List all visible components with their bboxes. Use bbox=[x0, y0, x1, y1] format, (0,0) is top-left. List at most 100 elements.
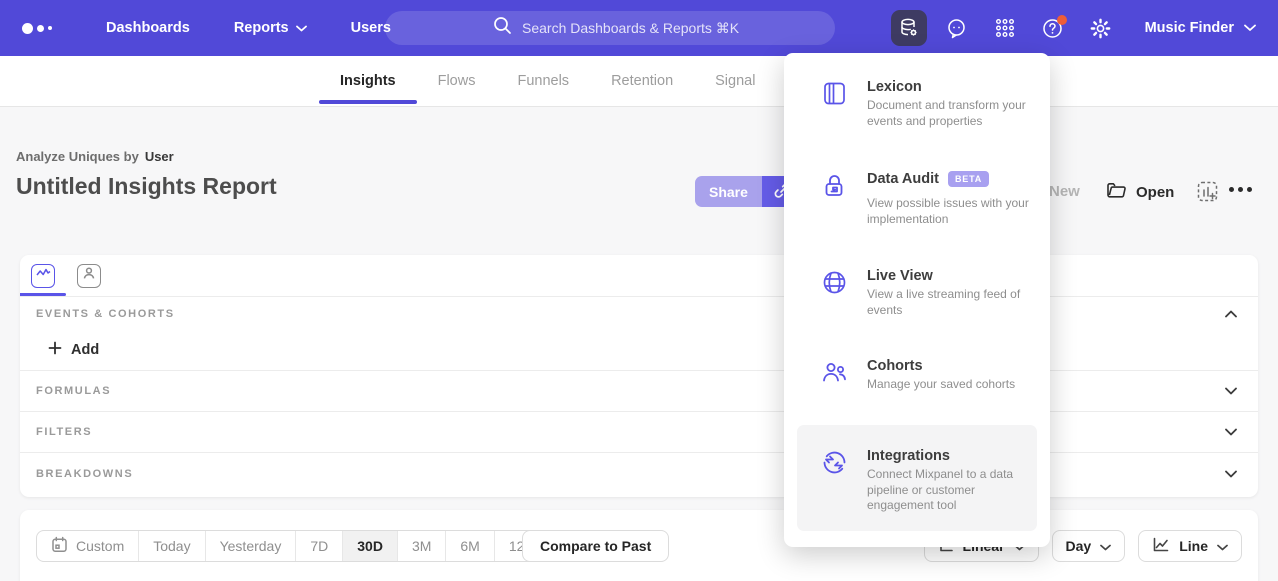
nav-item-dashboards[interactable]: Dashboards bbox=[106, 20, 190, 36]
add-to-dashboard-icon[interactable] bbox=[1196, 180, 1219, 208]
menu-item-description: View possible issues with your implement… bbox=[867, 196, 1037, 227]
menu-item-description: Connect Mixpanel to a data pipeline or c… bbox=[867, 467, 1037, 514]
tab-retention[interactable]: Retention bbox=[611, 56, 673, 107]
events-add-row: Add bbox=[20, 330, 1258, 371]
tab-signal[interactable]: Signal bbox=[715, 56, 755, 107]
nav-item-label: Dashboards bbox=[106, 20, 190, 36]
range-label: 3M bbox=[412, 538, 431, 554]
range-label: Today bbox=[153, 538, 190, 554]
range-30d[interactable]: 30D bbox=[342, 531, 397, 561]
menu-item-live-view[interactable]: Live View View a live streaming feed of … bbox=[797, 268, 1037, 318]
line-chart-icon bbox=[1152, 537, 1170, 556]
search-input[interactable] bbox=[522, 20, 782, 36]
help-icon[interactable] bbox=[1035, 10, 1071, 46]
new-report-button[interactable]: New bbox=[1049, 183, 1080, 200]
chevron-up-icon[interactable] bbox=[1225, 305, 1237, 323]
compare-to-past-button[interactable]: Compare to Past bbox=[522, 530, 669, 562]
range-label: 30D bbox=[357, 538, 383, 554]
report-tabbar: Insights Flows Funnels Retention Signal … bbox=[0, 56, 1278, 107]
chart-metrics-icon bbox=[36, 267, 51, 285]
more-options-button[interactable] bbox=[1229, 187, 1252, 192]
lexicon-icon bbox=[821, 80, 849, 129]
date-range-segmented-control: Custom Today Yesterday 7D 30D 3M 6M 12M bbox=[36, 530, 551, 562]
tab-label: Insights bbox=[340, 73, 396, 89]
chevron-down-icon bbox=[1244, 20, 1256, 36]
add-label: Add bbox=[71, 342, 99, 358]
chevron-down-icon[interactable] bbox=[1225, 465, 1237, 483]
menu-item-title-text: Data Audit bbox=[867, 171, 939, 187]
nav-item-reports[interactable]: Reports bbox=[234, 20, 307, 36]
top-navigation: Dashboards Reports Users bbox=[0, 0, 1278, 56]
search-icon bbox=[493, 16, 512, 40]
query-view-tabs bbox=[20, 255, 1258, 297]
data-management-icon[interactable] bbox=[891, 10, 927, 46]
open-report-button[interactable]: Open bbox=[1106, 181, 1174, 203]
menu-item-description: Document and transform your events and p… bbox=[867, 98, 1037, 129]
section-label: BREAKDOWNS bbox=[36, 468, 133, 480]
range-yesterday[interactable]: Yesterday bbox=[205, 531, 296, 561]
time-controls-panel: Custom Today Yesterday 7D 30D 3M 6M 12M … bbox=[20, 510, 1258, 581]
menu-item-integrations[interactable]: Integrations Connect Mixpanel to a data … bbox=[797, 425, 1037, 531]
feedback-message-icon[interactable] bbox=[939, 10, 975, 46]
menu-item-title: Integrations bbox=[867, 448, 1037, 464]
users-view-tab[interactable] bbox=[77, 264, 101, 288]
analyze-value[interactable]: User bbox=[145, 149, 174, 164]
section-events-cohorts[interactable]: EVENTS & COHORTS bbox=[20, 297, 1258, 330]
app-screen: Dashboards Reports Users bbox=[0, 0, 1278, 581]
range-label: 6M bbox=[460, 538, 479, 554]
range-6m[interactable]: 6M bbox=[445, 531, 493, 561]
tab-funnels[interactable]: Funnels bbox=[517, 56, 569, 107]
global-search[interactable] bbox=[385, 11, 835, 45]
menu-item-description: Manage your saved cohorts bbox=[867, 377, 1015, 393]
nav-icon-group: Music Finder bbox=[891, 0, 1278, 56]
section-filters[interactable]: FILTERS bbox=[20, 412, 1258, 453]
tab-flows[interactable]: Flows bbox=[438, 56, 476, 107]
mixpanel-logo-icon[interactable] bbox=[22, 23, 62, 34]
menu-item-title: Lexicon bbox=[867, 79, 1037, 95]
analyze-line: Analyze Uniques by User bbox=[16, 149, 174, 164]
project-switcher[interactable]: Music Finder bbox=[1145, 20, 1256, 36]
chevron-down-icon bbox=[1100, 538, 1111, 554]
data-management-dropdown: Lexicon Document and transform your even… bbox=[784, 53, 1050, 547]
tab-insights[interactable]: Insights bbox=[340, 56, 396, 107]
tab-label: Signal bbox=[715, 73, 755, 89]
menu-item-data-audit[interactable]: Data Audit BETA View possible issues wit… bbox=[797, 171, 1037, 227]
range-3m[interactable]: 3M bbox=[397, 531, 445, 561]
menu-item-title: Data Audit BETA bbox=[867, 171, 1037, 187]
section-label: EVENTS & COHORTS bbox=[36, 308, 175, 320]
tab-label: Retention bbox=[611, 73, 673, 89]
range-today[interactable]: Today bbox=[138, 531, 204, 561]
chart-type-label: Line bbox=[1179, 538, 1208, 554]
metrics-view-tab[interactable] bbox=[31, 264, 55, 288]
interval-dropdown[interactable]: Day bbox=[1052, 530, 1126, 562]
integrations-sync-icon bbox=[821, 449, 849, 531]
report-title[interactable]: Untitled Insights Report bbox=[16, 173, 277, 200]
calendar-icon bbox=[51, 536, 68, 556]
add-event-button[interactable]: Add bbox=[48, 341, 99, 359]
cohorts-users-icon bbox=[821, 359, 849, 393]
section-formulas[interactable]: FORMULAS bbox=[20, 371, 1258, 412]
project-name: Music Finder bbox=[1145, 20, 1234, 36]
share-button[interactable]: Share bbox=[695, 176, 762, 207]
apps-grid-icon[interactable] bbox=[987, 10, 1023, 46]
nav-item-label: Reports bbox=[234, 20, 289, 36]
section-label: FORMULAS bbox=[36, 385, 111, 397]
range-custom[interactable]: Custom bbox=[37, 531, 138, 561]
menu-item-cohorts[interactable]: Cohorts Manage your saved cohorts bbox=[797, 358, 1037, 393]
plus-icon bbox=[48, 341, 62, 359]
analyze-prefix: Analyze Uniques by bbox=[16, 149, 139, 164]
tab-label: Funnels bbox=[517, 73, 569, 89]
menu-item-title: Live View bbox=[867, 268, 1037, 284]
person-icon bbox=[82, 266, 96, 285]
folder-icon bbox=[1106, 181, 1127, 203]
chevron-down-icon[interactable] bbox=[1225, 423, 1237, 441]
settings-gear-icon[interactable] bbox=[1083, 10, 1119, 46]
chevron-down-icon[interactable] bbox=[1225, 382, 1237, 400]
range-label: Custom bbox=[76, 538, 124, 554]
chevron-down-icon bbox=[296, 25, 307, 32]
chart-type-dropdown[interactable]: Line bbox=[1138, 530, 1242, 562]
range-7d[interactable]: 7D bbox=[295, 531, 342, 561]
beta-badge: BETA bbox=[948, 171, 989, 187]
section-breakdowns[interactable]: BREAKDOWNS bbox=[20, 453, 1258, 494]
menu-item-lexicon[interactable]: Lexicon Document and transform your even… bbox=[797, 79, 1037, 129]
